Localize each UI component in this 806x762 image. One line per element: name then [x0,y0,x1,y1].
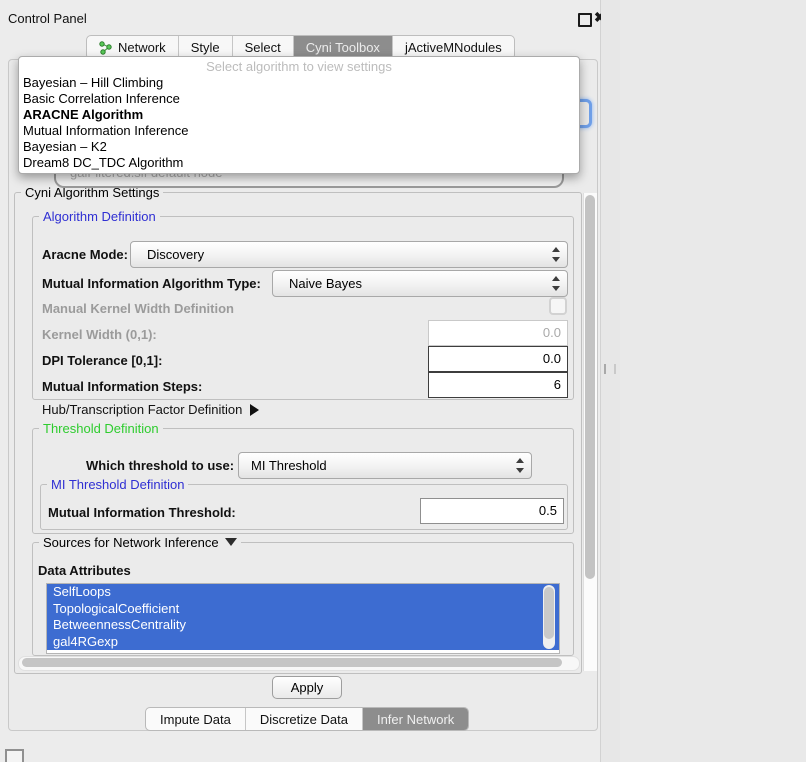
hub-definition-expander[interactable]: Hub/Transcription Factor Definition [42,402,259,417]
algorithm-dropdown-placeholder: Select algorithm to view settings [19,58,579,75]
kernel-width-field[interactable]: 0.0 [428,320,568,346]
which-threshold-value: MI Threshold [251,453,327,478]
stepper-arrows-icon [552,247,560,262]
panel-corner-icon[interactable] [5,749,24,762]
tab-label: Cyni Toolbox [306,40,380,55]
mi-steps-label: Mutual Information Steps: [42,379,202,394]
network-icon [99,41,113,55]
aracne-mode-value: Discovery [147,242,204,267]
kernel-width-label: Kernel Width (0,1): [42,327,157,342]
mi-threshold-label: Mutual Information Threshold: [48,505,236,520]
sources-title-text: Sources for Network Inference [43,535,219,550]
dpi-tolerance-field[interactable]: 0.0 [428,346,568,372]
tab-impute-data[interactable]: Impute Data [146,708,246,730]
stepper-arrows-icon [552,276,560,291]
divider-handle-icon[interactable] [604,364,616,374]
algorithm-option-basic-correlation-inference[interactable]: Basic Correlation Inference [19,91,579,107]
threshold-definition-title: Threshold Definition [39,421,163,436]
tab-label: Select [245,40,281,55]
which-threshold-label: Which threshold to use: [86,458,234,473]
algorithm-option-bayesian-k2[interactable]: Bayesian – K2 [19,139,579,155]
bottom-tab-bar: Impute DataDiscretize DataInfer Network [145,707,469,731]
algorithm-definition-title: Algorithm Definition [39,209,160,224]
apply-button[interactable]: Apply [272,676,342,699]
mi-threshold-title: MI Threshold Definition [47,477,188,492]
mi-type-combobox[interactable]: Naive Bayes [272,270,568,297]
data-attributes-list: SelfLoopsTopologicalCoefficientBetweenne… [46,583,560,654]
mi-type-value: Naive Bayes [289,271,362,296]
settings-horizontal-scrollbar[interactable] [18,656,580,671]
attribute-item-gal4rgexp[interactable]: gal4RGexp [47,634,559,651]
tab-label: Style [191,40,220,55]
aracne-mode-combobox[interactable]: Discovery [130,241,568,268]
which-threshold-combobox[interactable]: MI Threshold [238,452,532,479]
sources-title[interactable]: Sources for Network Inference [39,535,241,550]
mi-steps-field[interactable]: 6 [428,372,568,398]
algorithm-option-mutual-information-inference[interactable]: Mutual Information Inference [19,123,579,139]
algorithm-option-dream8-dc-tdc-algorithm[interactable]: Dream8 DC_TDC Algorithm [19,155,579,171]
dpi-tolerance-label: DPI Tolerance [0,1]: [42,353,162,368]
attribute-item-topologicalcoefficient[interactable]: TopologicalCoefficient [47,601,559,618]
collapse-arrow-icon [225,538,237,546]
right-panel: GALGAL80GAL10GAL1GAL11SWI4GAL4GCY1HAP4YH… [620,0,806,762]
float-window-icon[interactable] [578,13,592,27]
mi-threshold-field[interactable]: 0.5 [420,498,564,524]
split-pane-divider[interactable] [601,0,620,762]
data-attributes-label: Data Attributes [38,563,131,578]
attributes-list-scrollbar[interactable] [543,585,555,649]
aracne-mode-label: Aracne Mode: [42,247,128,262]
control-panel: Control Panel ✖ NetworkStyleSelectCyni T… [0,0,601,762]
tab-label: Network [118,40,166,55]
algorithm-dropdown-popup: Select algorithm to view settings Bayesi… [18,56,580,174]
attribute-item-betweennesscentrality[interactable]: BetweennessCentrality [47,617,559,634]
settings-vertical-scrollbar[interactable] [583,193,597,671]
tab-infer-network[interactable]: Infer Network [363,708,468,730]
expand-arrow-icon [250,404,259,416]
manual-kernel-checkbox[interactable] [549,297,567,315]
tab-discretize-data[interactable]: Discretize Data [246,708,363,730]
attribute-item-selfloops[interactable]: SelfLoops [47,584,559,601]
manual-kernel-label: Manual Kernel Width Definition [42,301,234,316]
algorithm-option-aracne-algorithm[interactable]: ARACNE Algorithm [19,107,579,123]
algorithm-option-bayesian-hill-climbing[interactable]: Bayesian – Hill Climbing [19,75,579,91]
mi-type-label: Mutual Information Algorithm Type: [42,276,261,291]
tab-label: jActiveMNodules [405,40,502,55]
control-panel-title: Control Panel [8,11,87,26]
stepper-arrows-icon [516,458,524,473]
hub-definition-label: Hub/Transcription Factor Definition [42,402,242,417]
